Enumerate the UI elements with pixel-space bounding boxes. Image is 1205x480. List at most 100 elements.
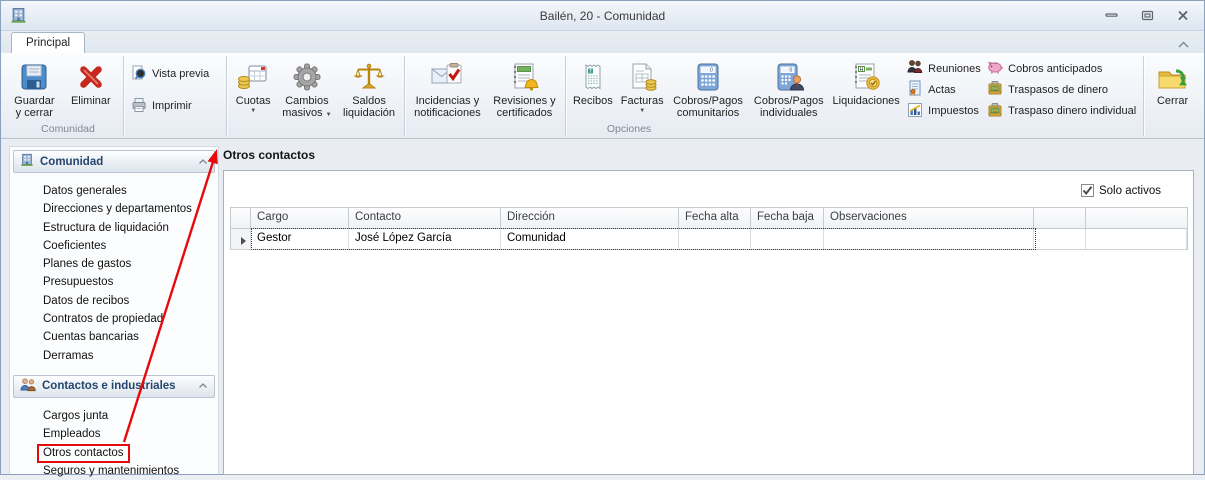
sidebar-list-comunidad: Datos generales Direcciones y departamen… — [10, 182, 218, 365]
cell-empty — [1034, 229, 1086, 249]
table-row[interactable]: Gestor José López García Comunidad — [231, 228, 1187, 250]
sidebar-item-planes-gastos[interactable]: Planes de gastos — [10, 255, 218, 273]
ribbon-group-label-comunidad: Comunidad — [41, 123, 95, 135]
sidebar-group-contactos[interactable]: Contactos e industriales — [13, 374, 215, 398]
facturas-button[interactable]: Facturas ▼ — [618, 56, 667, 124]
sidebar-item-direcciones[interactable]: Direcciones y departamentos — [10, 200, 218, 218]
checkbox-checked-icon[interactable] — [1080, 184, 1094, 197]
traspasos-dinero-label: Traspasos de dinero — [1008, 83, 1109, 96]
sidebar-list-contactos: Cargos junta Empleados Otros contactos S… — [10, 407, 218, 480]
cell-observaciones[interactable] — [824, 229, 1034, 249]
cell-fecha-alta[interactable] — [679, 229, 751, 249]
svg-text:0: 0 — [710, 68, 713, 74]
incidencias-label: Incidencias y notificaciones — [414, 95, 481, 120]
impuestos-button[interactable]: Impuestos — [907, 102, 979, 121]
sidebar-item-cuentas-bancarias[interactable]: Cuentas bancarias — [10, 328, 218, 346]
sidebar-item-empleados[interactable]: Empleados — [10, 425, 218, 443]
sidebar-item-contratos-propiedad[interactable]: Contratos de propiedad — [10, 310, 218, 328]
building-icon — [20, 153, 34, 170]
traspaso-dinero-individual-button[interactable]: Traspaso dinero individual — [987, 102, 1136, 121]
svg-text:T: T — [589, 69, 592, 75]
sidebar-item-estructura-liquidacion[interactable]: Estructura de liquidación — [10, 219, 218, 237]
revisiones-label: Revisiones y certificados — [493, 95, 556, 120]
cobros-pagos-individuales-button[interactable]: 0 Cobros/Pagos individuales — [749, 56, 828, 124]
row-indicator-cell — [231, 229, 251, 249]
folder-exit-icon — [1156, 59, 1190, 95]
sidebar-item-otros-contactos[interactable]: Otros contactos — [10, 443, 218, 463]
mail-check-icon — [430, 59, 464, 95]
sidebar-group-comunidad[interactable]: Comunidad — [13, 150, 215, 173]
cambios-masivos-label: Cambios masivos — [282, 95, 329, 120]
cuotas-button[interactable]: Cuotas ▼ — [231, 56, 276, 124]
reuniones-button[interactable]: Reuniones — [907, 59, 981, 78]
svg-text:0: 0 — [789, 68, 792, 74]
sidebar-item-presupuestos[interactable]: Presupuestos — [10, 273, 218, 291]
dropdown-arrow-icon: ▼ — [639, 108, 646, 115]
money-box-icon — [987, 102, 1003, 121]
cobros-anticipados-button[interactable]: Cobros anticipados — [987, 59, 1136, 78]
restore-button[interactable] — [1136, 8, 1158, 22]
sidebar-item-seguros-mantenimientos[interactable]: Seguros y mantenimientos — [10, 462, 218, 480]
cell-cargo[interactable]: Gestor — [251, 229, 349, 249]
reuniones-label: Reuniones — [928, 62, 981, 75]
column-header-filler — [1086, 208, 1187, 228]
content-area: Comunidad Datos generales Direcciones y … — [1, 140, 1204, 477]
cobros-pagos-comunitarios-button[interactable]: 0 Cobros/Pagos comunitarios — [669, 56, 748, 124]
chevron-up-icon[interactable] — [198, 380, 208, 392]
incidencias-button[interactable]: Incidencias y notificaciones — [409, 56, 486, 124]
solo-activos-filter[interactable]: Solo activos — [1080, 184, 1161, 197]
column-header-observaciones[interactable]: Observaciones — [824, 208, 1034, 228]
chevron-up-icon[interactable] — [198, 156, 208, 168]
title-bar: Bailén, 20 - Comunidad — [1, 1, 1204, 31]
sidebar-item-datos-generales[interactable]: Datos generales — [10, 182, 218, 200]
sidebar-item-cargos-junta[interactable]: Cargos junta — [10, 407, 218, 425]
close-button[interactable] — [1172, 8, 1194, 22]
sidebar-item-coeficientes[interactable]: Coeficientes — [10, 237, 218, 255]
actas-label: Actas — [928, 83, 956, 96]
cobros-pagos-comunitarios-label: Cobros/Pagos comunitarios — [673, 95, 743, 120]
save-and-close-button[interactable]: Guardar y cerrar — [8, 56, 61, 124]
notepad-seal-icon: H — [850, 59, 882, 95]
column-header-fecha-alta[interactable]: Fecha alta — [679, 208, 751, 228]
collapse-ribbon-icon[interactable] — [1177, 36, 1190, 54]
traspasos-dinero-button[interactable]: Traspasos de dinero — [987, 80, 1136, 99]
saldos-liquidacion-label: Saldos liquidación — [343, 95, 396, 120]
actas-button[interactable]: Actas — [907, 80, 979, 99]
recibos-button[interactable]: T Recibos — [570, 56, 616, 124]
liquidaciones-button[interactable]: H Liquidaciones — [830, 56, 902, 124]
two-people-icon — [20, 378, 36, 395]
calculator-person-icon: 0 — [773, 59, 805, 95]
ribbon-group-label-opciones: Opciones — [606, 123, 652, 135]
minimize-button[interactable] — [1100, 8, 1122, 22]
revisiones-button[interactable]: Revisiones y certificados — [488, 56, 561, 124]
page-title: Otros contactos — [223, 148, 316, 162]
saldos-liquidacion-button[interactable]: Saldos liquidación — [338, 56, 400, 124]
close-view-button[interactable]: Cerrar — [1148, 56, 1197, 124]
delete-button[interactable]: Eliminar — [63, 56, 119, 124]
print-preview-button[interactable]: Vista previa — [131, 65, 219, 84]
sidebar-item-derramas[interactable]: Derramas — [10, 347, 218, 365]
contacts-table: Cargo Contacto Dirección Fecha alta Fech… — [230, 207, 1188, 250]
column-header-cargo[interactable]: Cargo — [251, 208, 349, 228]
column-header-direccion[interactable]: Dirección — [501, 208, 679, 228]
red-x-icon — [76, 59, 106, 95]
printer-icon — [131, 97, 147, 116]
sidebar: Comunidad Datos generales Direcciones y … — [9, 146, 219, 477]
facturas-label: Facturas — [620, 95, 664, 107]
people-meeting-icon — [907, 59, 923, 78]
cell-contacto[interactable]: José López García — [349, 229, 501, 249]
solo-activos-label: Solo activos — [1098, 184, 1161, 197]
sidebar-item-datos-recibos[interactable]: Datos de recibos — [10, 292, 218, 310]
column-header-fecha-baja[interactable]: Fecha baja — [751, 208, 824, 228]
recibos-label: Recibos — [572, 95, 613, 107]
cell-direccion[interactable]: Comunidad — [501, 229, 679, 249]
close-view-label: Cerrar — [1156, 95, 1189, 107]
preview-icon — [131, 65, 147, 84]
tab-principal[interactable]: Principal — [11, 32, 85, 53]
cell-fecha-baja[interactable] — [751, 229, 824, 249]
print-button[interactable]: Imprimir — [131, 97, 219, 116]
column-header-empty — [1034, 208, 1086, 228]
cambios-masivos-button[interactable]: Cambios masivos ▼ — [278, 56, 336, 124]
traspaso-dinero-individual-label: Traspaso dinero individual — [1008, 105, 1137, 118]
column-header-contacto[interactable]: Contacto — [349, 208, 501, 228]
